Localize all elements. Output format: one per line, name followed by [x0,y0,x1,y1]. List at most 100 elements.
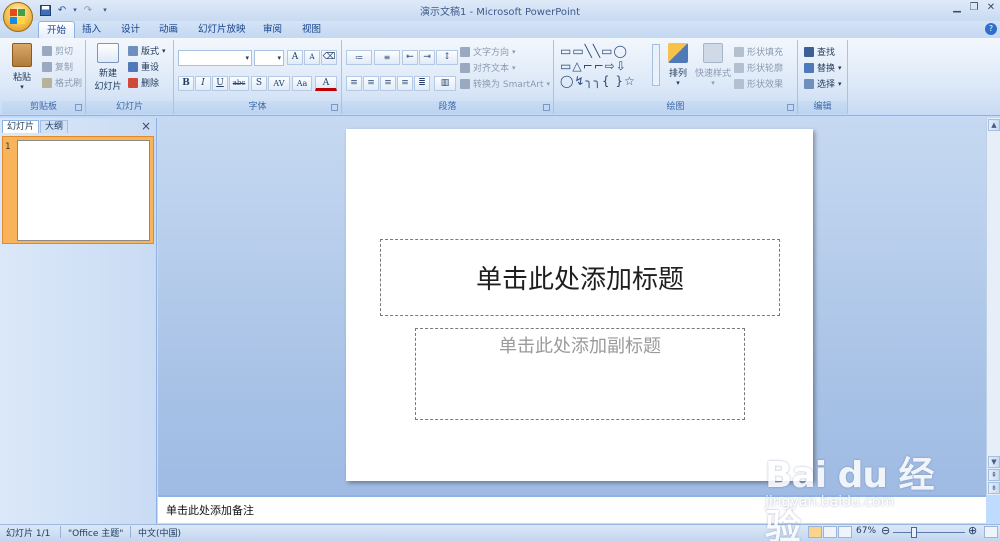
slide-thumbnail[interactable] [17,140,150,241]
line-spacing-button[interactable]: ↕ [436,50,458,65]
font-name-combobox[interactable]: ▾ [178,50,252,66]
smartart-icon [460,78,470,89]
zoom-in-icon[interactable]: ⊕ [968,524,977,537]
scroll-up-icon[interactable]: ▲ [988,119,1000,131]
bold-button[interactable]: B [178,76,194,91]
scroll-down-icon[interactable]: ▼ [988,456,1000,468]
new-slide-button[interactable]: 新建 幻灯片 [88,43,128,92]
tab-design[interactable]: 设计 [113,21,148,38]
slide[interactable]: 单击此处添加标题 单击此处添加副标题 [346,129,813,481]
character-spacing-button[interactable]: AV [268,76,290,91]
tab-insert[interactable]: 插入 [74,21,109,38]
chevron-down-icon: ▾ [162,46,166,55]
next-slide-icon[interactable]: ⇟ [988,482,1000,494]
shrink-font-button[interactable]: A [304,50,320,65]
theme-status: "Office 主题" [68,529,124,539]
find-button[interactable]: 查找 [804,44,835,59]
window-title: 演示文稿1 - Microsoft PowerPoint [419,7,581,18]
arrange-button[interactable]: 排列 ▾ [664,43,692,87]
underline-button[interactable]: U [212,76,228,91]
convert-smartart-button[interactable]: 转换为 SmartArt ▾ [460,76,550,91]
group-font: ▾ ▾ A A ⌫ B I U abc S AV Aa A 字体 [174,40,342,114]
align-right-button[interactable]: ≡ [380,76,396,91]
dialog-launcher-icon[interactable] [75,104,82,111]
numbering-button[interactable]: ≡ [374,50,400,65]
close-icon[interactable]: × [141,119,151,133]
clear-formatting-button[interactable]: ⌫ [321,50,337,65]
bullets-button[interactable]: ≔ [346,50,372,65]
layout-button[interactable]: 版式 ▾ [128,43,166,58]
chevron-down-icon: ▾ [676,79,680,87]
tab-view[interactable]: 视图 [294,21,329,38]
title-placeholder[interactable]: 单击此处添加标题 [380,239,780,316]
baidu-watermark: Bai du 经验 jingyan.baidu.com [757,438,957,541]
tab-review[interactable]: 审阅 [255,21,290,38]
align-text-button[interactable]: 对齐文本 ▾ [460,60,516,75]
reset-button[interactable]: 重设 [128,59,159,74]
ribbon-tab-bar [0,21,1000,38]
select-button[interactable]: 选择 ▾ [804,76,842,91]
group-label-slides: 幻灯片 [86,101,173,114]
tab-slides[interactable]: 幻灯片 [2,120,40,133]
subtitle-placeholder[interactable]: 单击此处添加副标题 [415,328,745,420]
shape-fill-button[interactable]: 形状填充 [734,44,783,59]
format-painter-button[interactable]: 格式刷 [42,75,82,90]
font-color-button[interactable]: A [315,76,337,91]
office-button[interactable] [3,2,33,32]
chevron-down-icon: ▾ [546,79,550,88]
distributed-button[interactable]: ≣ [414,76,430,91]
quick-styles-icon [703,43,723,63]
columns-button[interactable]: ▥ [434,76,456,91]
close-button[interactable]: ✕ [984,2,998,16]
delete-icon [128,77,138,88]
language-status[interactable]: 中文(中国) [138,526,181,539]
shape-outline-button[interactable]: 形状轮廓 [734,60,783,75]
chevron-down-icon: ▾ [20,83,24,91]
align-left-button[interactable]: ≡ [346,76,362,91]
grow-font-button[interactable]: A [287,50,303,65]
tab-animations[interactable]: 动画 [151,21,186,38]
dialog-launcher-icon[interactable] [543,104,550,111]
italic-button[interactable]: I [195,76,211,91]
justify-button[interactable]: ≡ [397,76,413,91]
scissors-icon [42,45,52,56]
tab-home[interactable]: 开始 [38,21,76,38]
minimize-button[interactable]: ▁ [950,2,964,16]
group-editing: 查找 替换 ▾ 选择 ▾ 编辑 [798,40,848,114]
group-paragraph: ≔ ≡ ⇤ ⇥ ↕ ≡ ≡ ≡ ≡ ≣ ▥ 文字方向 ▾ 对齐文本 ▾ 转换为 … [342,40,554,114]
help-icon[interactable]: ? [985,23,997,35]
strikethrough-button[interactable]: abc [229,76,249,91]
shapes-row-3: ◯↯╮╮{ }☆ [560,74,636,88]
text-direction-button[interactable]: 文字方向 ▾ [460,44,516,59]
group-label-paragraph: 段落 [342,101,553,114]
change-case-button[interactable]: Aa [292,76,312,91]
paste-button[interactable]: 粘贴 ▾ [6,43,38,91]
align-center-button[interactable]: ≡ [363,76,379,91]
vertical-scrollbar[interactable]: ▲ ▼ ⇞ ⇟ [986,118,1000,495]
shape-effects-button[interactable]: 形状效果 [734,76,783,91]
tab-outline[interactable]: 大纲 [40,120,69,133]
dialog-launcher-icon[interactable] [787,104,794,111]
chevron-down-icon: ▾ [512,63,516,72]
shapes-gallery-scroll[interactable] [652,44,660,86]
font-size-combobox[interactable]: ▾ [254,50,284,66]
shapes-gallery[interactable]: ▭▭╲╲▭◯ ▭△⌐⌐⇨⇩ ◯↯╮╮{ }☆ [560,44,652,92]
group-clipboard: 粘贴 ▾ 剪切 复制 格式刷 剪贴板 [2,40,86,114]
dialog-launcher-icon[interactable] [331,104,338,111]
increase-indent-button[interactable]: ⇥ [419,50,435,65]
copy-button[interactable]: 复制 [42,59,73,74]
chevron-down-icon: ▾ [277,54,281,62]
cut-button[interactable]: 剪切 [42,43,73,58]
notes-placeholder[interactable]: 单击此处添加备注 [166,502,254,518]
status-divider [130,526,131,538]
decrease-indent-button[interactable]: ⇤ [402,50,418,65]
fit-to-window-icon[interactable] [984,526,998,538]
quick-styles-button[interactable]: 快速样式 ▾ [694,43,732,87]
replace-button[interactable]: 替换 ▾ [804,60,842,75]
pen-icon [734,62,744,73]
shadow-button[interactable]: S [251,76,267,91]
previous-slide-icon[interactable]: ⇞ [988,469,1000,481]
tab-slideshow[interactable]: 幻灯片放映 [190,21,254,38]
restore-button[interactable]: ❐ [967,2,981,16]
delete-slide-button[interactable]: 删除 [128,75,159,90]
